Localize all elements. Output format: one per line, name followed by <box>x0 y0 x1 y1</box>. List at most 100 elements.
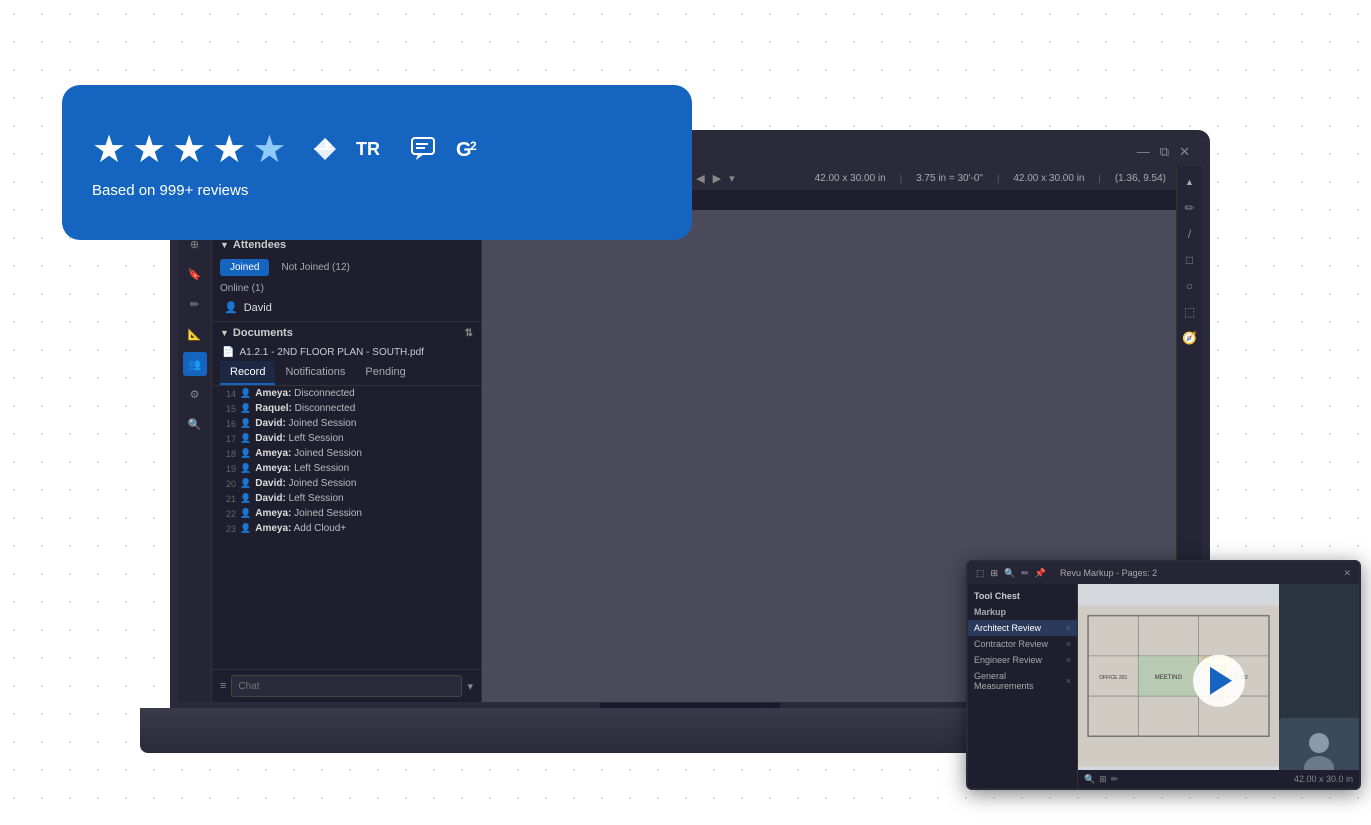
star-1: ★ <box>92 127 126 172</box>
rt-rect-icon[interactable]: □ <box>1180 250 1200 270</box>
vt-title: Revu Markup - Pages: 2 <box>1060 568 1157 578</box>
log-icon-18: 👤 <box>240 448 251 459</box>
panel-close-1[interactable]: × <box>1066 623 1071 633</box>
nav-icon-session[interactable]: 👥 <box>183 352 207 376</box>
svg-text:MEETING: MEETING <box>1155 675 1183 681</box>
nav-icon-markup[interactable]: ✏ <box>183 292 207 316</box>
chat-input[interactable] <box>231 675 462 697</box>
video-main: MEETING OFFICE 201 OFFICE 202 Provide de… <box>1078 584 1359 788</box>
nav-icon-bookmark[interactable]: 🔖 <box>183 262 207 286</box>
log-row-14: 14 👤 Ameya: Disconnected <box>212 386 481 401</box>
log-text-18: Ameya: Joined Session <box>255 448 475 459</box>
record-tabs-bar: Record Notifications Pending <box>212 361 481 386</box>
chat-bubble-icon <box>410 136 438 162</box>
tab-not-joined[interactable]: Not Joined (12) <box>271 259 359 276</box>
documents-section: ▼ Documents ⇅ 📄 A1.2.1 - 2ND FLOOR PLAN … <box>212 321 481 361</box>
attendee-david: 👤 David <box>212 298 481 317</box>
rt-arrow-icon: ▲ <box>1180 172 1200 192</box>
svg-text:2: 2 <box>470 139 477 153</box>
vt-icon-1[interactable]: ⬚ <box>976 568 985 579</box>
log-icon-14: 👤 <box>240 388 251 399</box>
minimize-button[interactable]: — <box>1137 144 1150 160</box>
panel-close-2[interactable]: × <box>1066 639 1071 649</box>
log-row-15: 15 👤 Raquel: Disconnected <box>212 401 481 416</box>
panel-item-contractor[interactable]: Contractor Review × <box>968 636 1077 652</box>
log-num-16: 16 <box>218 419 236 429</box>
video-bottom-bar: 🔍 ⊞ ✏ 42.00 x 30.0 in <box>1078 770 1359 788</box>
panel-item-general[interactable]: General Measurements × <box>968 668 1077 694</box>
log-num-19: 19 <box>218 464 236 474</box>
video-body: Tool Chest Markup Architect Review × Con… <box>968 584 1359 788</box>
log-text-15: Raquel: Disconnected <box>255 403 475 414</box>
vbb-icon-3[interactable]: ✏ <box>1111 774 1119 785</box>
log-text-16: David: Joined Session <box>255 418 475 429</box>
vt-icon-5[interactable]: 📌 <box>1035 568 1046 579</box>
tool-page-prev[interactable]: ◀ <box>696 172 704 185</box>
vt-close-icon[interactable]: ✕ <box>1343 568 1351 579</box>
log-icon-22: 👤 <box>240 508 251 519</box>
log-icon-16: 👤 <box>240 418 251 429</box>
log-entries: 14 👤 Ameya: Disconnected 15 👤 Raquel: Di… <box>212 386 481 536</box>
log-num-18: 18 <box>218 449 236 459</box>
chat-filter-icon[interactable]: ▾ <box>467 680 473 693</box>
play-button[interactable] <box>1193 655 1245 707</box>
capterra-icon <box>312 136 338 162</box>
sort-icon[interactable]: ⇅ <box>465 328 473 339</box>
log-num-17: 17 <box>218 434 236 444</box>
vt-icon-2[interactable]: ⊞ <box>991 568 999 579</box>
window-controls: — ⧉ ✕ <box>1137 144 1190 160</box>
panel-close-4[interactable]: × <box>1066 676 1071 686</box>
separator-4: | <box>997 173 999 183</box>
panel-content: ▼ Attendees Joined Not Joined (12) Onlin… <box>212 234 481 669</box>
log-icon-17: 👤 <box>240 433 251 444</box>
separator-5: | <box>1099 173 1101 183</box>
tool-page-next[interactable]: ▶ <box>713 172 721 185</box>
record-tab[interactable]: Record <box>220 361 275 385</box>
nav-icon-settings[interactable]: ⚙ <box>183 382 207 406</box>
tool-chest-label: Tool Chest <box>968 588 1077 604</box>
vt-icon-4[interactable]: ✏ <box>1021 568 1029 579</box>
attendee-person-icon: 👤 <box>224 301 238 314</box>
log-row-23: 23 👤 Ameya: Add Cloud+ <box>212 521 481 536</box>
panel-item-engineer[interactable]: Engineer Review × <box>968 652 1077 668</box>
rt-pen-icon[interactable]: ✏ <box>1180 198 1200 218</box>
log-row-17: 17 👤 David: Left Session <box>212 431 481 446</box>
pending-tab[interactable]: Pending <box>355 361 415 385</box>
left-panel: ⊞ Architectural Plan Review - 30% - 518-… <box>212 166 482 702</box>
panel-item-architect[interactable]: Architect Review × <box>968 620 1077 636</box>
log-row-20: 20 👤 David: Joined Session <box>212 476 481 491</box>
scale-measure-2: 42.00 x 30.00 in <box>1013 173 1084 184</box>
markup-label: Markup <box>968 604 1077 620</box>
log-text-22: Ameya: Joined Session <box>255 508 475 519</box>
nav-icon-search[interactable]: 🔍 <box>183 412 207 436</box>
tab-joined[interactable]: Joined <box>220 259 269 276</box>
vbb-icon-1[interactable]: 🔍 <box>1084 774 1095 785</box>
attendees-arrow-icon: ▼ <box>220 240 229 250</box>
attendees-section-label: Attendees <box>233 239 286 251</box>
log-row-21: 21 👤 David: Left Session <box>212 491 481 506</box>
rt-stamp-icon[interactable]: ⬚ <box>1180 302 1200 322</box>
rt-nav-icon[interactable]: 🧭 <box>1180 328 1200 348</box>
star-3: ★ <box>172 127 206 172</box>
sidebar-icon-nav: ⊞ 📄 ⊕ 🔖 ✏ 📐 👥 ⚙ 🔍 <box>178 166 212 702</box>
maximize-button[interactable]: ⧉ <box>1160 144 1169 160</box>
notifications-tab[interactable]: Notifications <box>275 361 355 385</box>
panel-close-3[interactable]: × <box>1066 655 1071 665</box>
log-text-19: Ameya: Left Session <box>255 463 475 474</box>
log-num-14: 14 <box>218 389 236 399</box>
vt-icon-3[interactable]: 🔍 <box>1004 568 1015 579</box>
log-text-17: David: Left Session <box>255 433 475 444</box>
log-icon-23: 👤 <box>240 523 251 534</box>
documents-section-header[interactable]: ▼ Documents ⇅ <box>212 322 481 344</box>
star-4: ★ <box>212 127 246 172</box>
document-filename[interactable]: A1.2.1 - 2ND FLOOR PLAN - SOUTH.pdf <box>239 347 424 358</box>
log-icon-19: 👤 <box>240 463 251 474</box>
close-button[interactable]: ✕ <box>1179 144 1190 160</box>
nav-icon-measure[interactable]: 📐 <box>183 322 207 346</box>
log-text-21: David: Left Session <box>255 493 475 504</box>
tool-more-icon[interactable]: ▾ <box>729 172 735 185</box>
vbb-icon-2[interactable]: ⊞ <box>1099 774 1107 785</box>
log-text-23: Ameya: Add Cloud+ <box>255 523 475 534</box>
rt-circle-icon[interactable]: ○ <box>1180 276 1200 296</box>
rt-line-icon[interactable]: / <box>1180 224 1200 244</box>
